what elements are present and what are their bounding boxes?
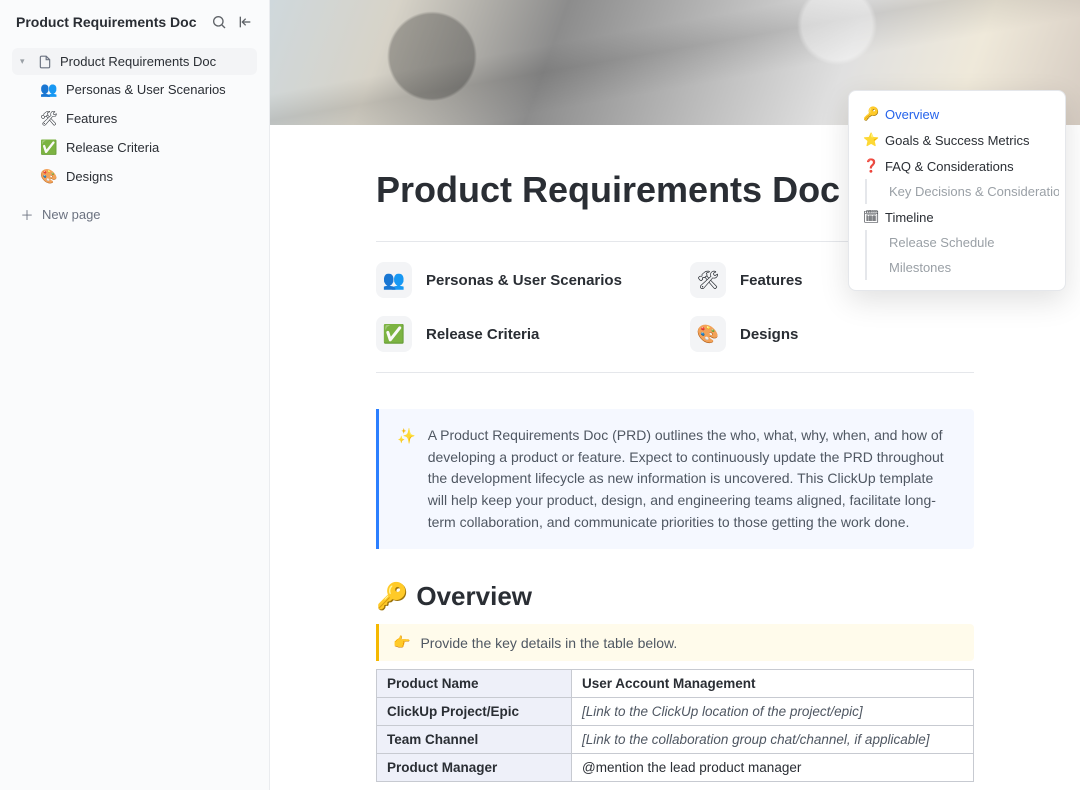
search-icon[interactable] [211,14,227,30]
outline-item-overview[interactable]: 🔑 Overview [855,101,1059,127]
sidebar-header: Product Requirements Doc [12,14,257,30]
sidebar-nav: ▾ Product Requirements Doc 👥 Personas & … [12,48,257,191]
new-page-label: New page [42,207,101,222]
section-title-overview[interactable]: 🔑 Overview [376,581,974,612]
star-icon: ⭐ [863,132,879,148]
sidebar-item-designs[interactable]: 🎨 Designs [12,162,257,191]
overview-table[interactable]: Product Name User Account Management Cli… [376,669,974,782]
sidebar-item-personas[interactable]: 👥 Personas & User Scenarios [12,75,257,104]
sidebar-item-features[interactable]: 🛠 Features [12,104,257,133]
personas-icon: 👥 [376,262,412,298]
table-row: Team Channel [Link to the collaboration … [377,726,974,754]
subpage-release[interactable]: ✅ Release Criteria [376,316,660,352]
main-content: 🔑 Overview ⭐ Goals & Success Metrics ❓ F… [270,0,1080,790]
features-icon: 🛠 [40,110,58,127]
outline-label: Release Schedule [889,235,995,250]
table-row: ClickUp Project/Epic [Link to the ClickU… [377,698,974,726]
overview-note[interactable]: 👉 Provide the key details in the table b… [376,624,974,661]
outline-label: Milestones [889,260,951,275]
outline-label: Overview [885,107,939,122]
outline-item-faq[interactable]: ❓ FAQ & Considerations [855,153,1059,179]
question-icon: ❓ [863,158,879,174]
subpage-personas[interactable]: 👥 Personas & User Scenarios [376,262,660,298]
subpage-label: Features [740,272,803,289]
table-key[interactable]: Team Channel [377,726,572,754]
collapse-sidebar-icon[interactable] [237,14,253,30]
outline-label: Goals & Success Metrics [885,133,1030,148]
plus-icon: ＋ [20,205,34,224]
outline-item-release-schedule[interactable]: Release Schedule [865,230,1059,255]
subpage-label: Personas & User Scenarios [426,272,622,289]
table-row: Product Manager @mention the lead produc… [377,754,974,782]
sidebar-item-label: Personas & User Scenarios [66,82,226,97]
table-val[interactable]: [Link to the ClickUp location of the pro… [572,698,974,726]
outline-label: Timeline [885,210,934,225]
section-title-text: Overview [416,581,532,612]
outline-item-key-decisions[interactable]: Key Decisions & Consideratio… [865,179,1059,204]
sidebar-item-root[interactable]: ▾ Product Requirements Doc [12,48,257,75]
sidebar-item-label: Release Criteria [66,140,159,155]
features-icon: 🛠 [690,262,726,298]
sidebar-item-label: Designs [66,169,113,184]
subpage-label: Designs [740,326,798,343]
table-row: Product Name User Account Management [377,670,974,698]
table-key[interactable]: ClickUp Project/Epic [377,698,572,726]
outline-label: FAQ & Considerations [885,159,1014,174]
table-val[interactable]: User Account Management [572,670,974,698]
note-text: Provide the key details in the table bel… [420,635,677,651]
table-key[interactable]: Product Manager [377,754,572,782]
key-icon: 🔑 [376,581,408,612]
table-val[interactable]: [Link to the collaboration group chat/ch… [572,726,974,754]
callout-text: A Product Requirements Doc (PRD) outline… [428,425,956,533]
subpage-designs[interactable]: 🎨 Designs [690,316,974,352]
point-right-icon: 👉 [393,634,410,651]
sidebar: Product Requirements Doc ▾ Product Requi… [0,0,270,790]
release-icon: ✅ [40,139,58,156]
designs-icon: 🎨 [40,168,58,185]
table-val[interactable]: @mention the lead product manager [572,754,974,782]
sidebar-title: Product Requirements Doc [16,14,196,30]
outline-popover: 🔑 Overview ⭐ Goals & Success Metrics ❓ F… [848,90,1066,291]
doc-icon [38,55,52,69]
outline-label: Key Decisions & Consideratio… [889,184,1059,199]
sidebar-item-label: Features [66,111,117,126]
outline-item-goals[interactable]: ⭐ Goals & Success Metrics [855,127,1059,153]
designs-icon: 🎨 [690,316,726,352]
subpage-label: Release Criteria [426,326,539,343]
intro-callout[interactable]: ✨ A Product Requirements Doc (PRD) outli… [376,409,974,549]
sidebar-header-actions [211,14,253,30]
personas-icon: 👥 [40,81,58,98]
chevron-down-icon[interactable]: ▾ [20,56,30,67]
calendar-icon: 🗓 [863,209,879,225]
new-page-button[interactable]: ＋ New page [12,197,257,232]
sidebar-item-release[interactable]: ✅ Release Criteria [12,133,257,162]
outline-item-timeline[interactable]: 🗓 Timeline [855,204,1059,230]
outline-item-milestones[interactable]: Milestones [865,255,1059,280]
key-icon: 🔑 [863,106,879,122]
release-icon: ✅ [376,316,412,352]
sparkle-icon: ✨ [397,425,416,533]
table-key[interactable]: Product Name [377,670,572,698]
sidebar-item-label: Product Requirements Doc [60,54,216,69]
